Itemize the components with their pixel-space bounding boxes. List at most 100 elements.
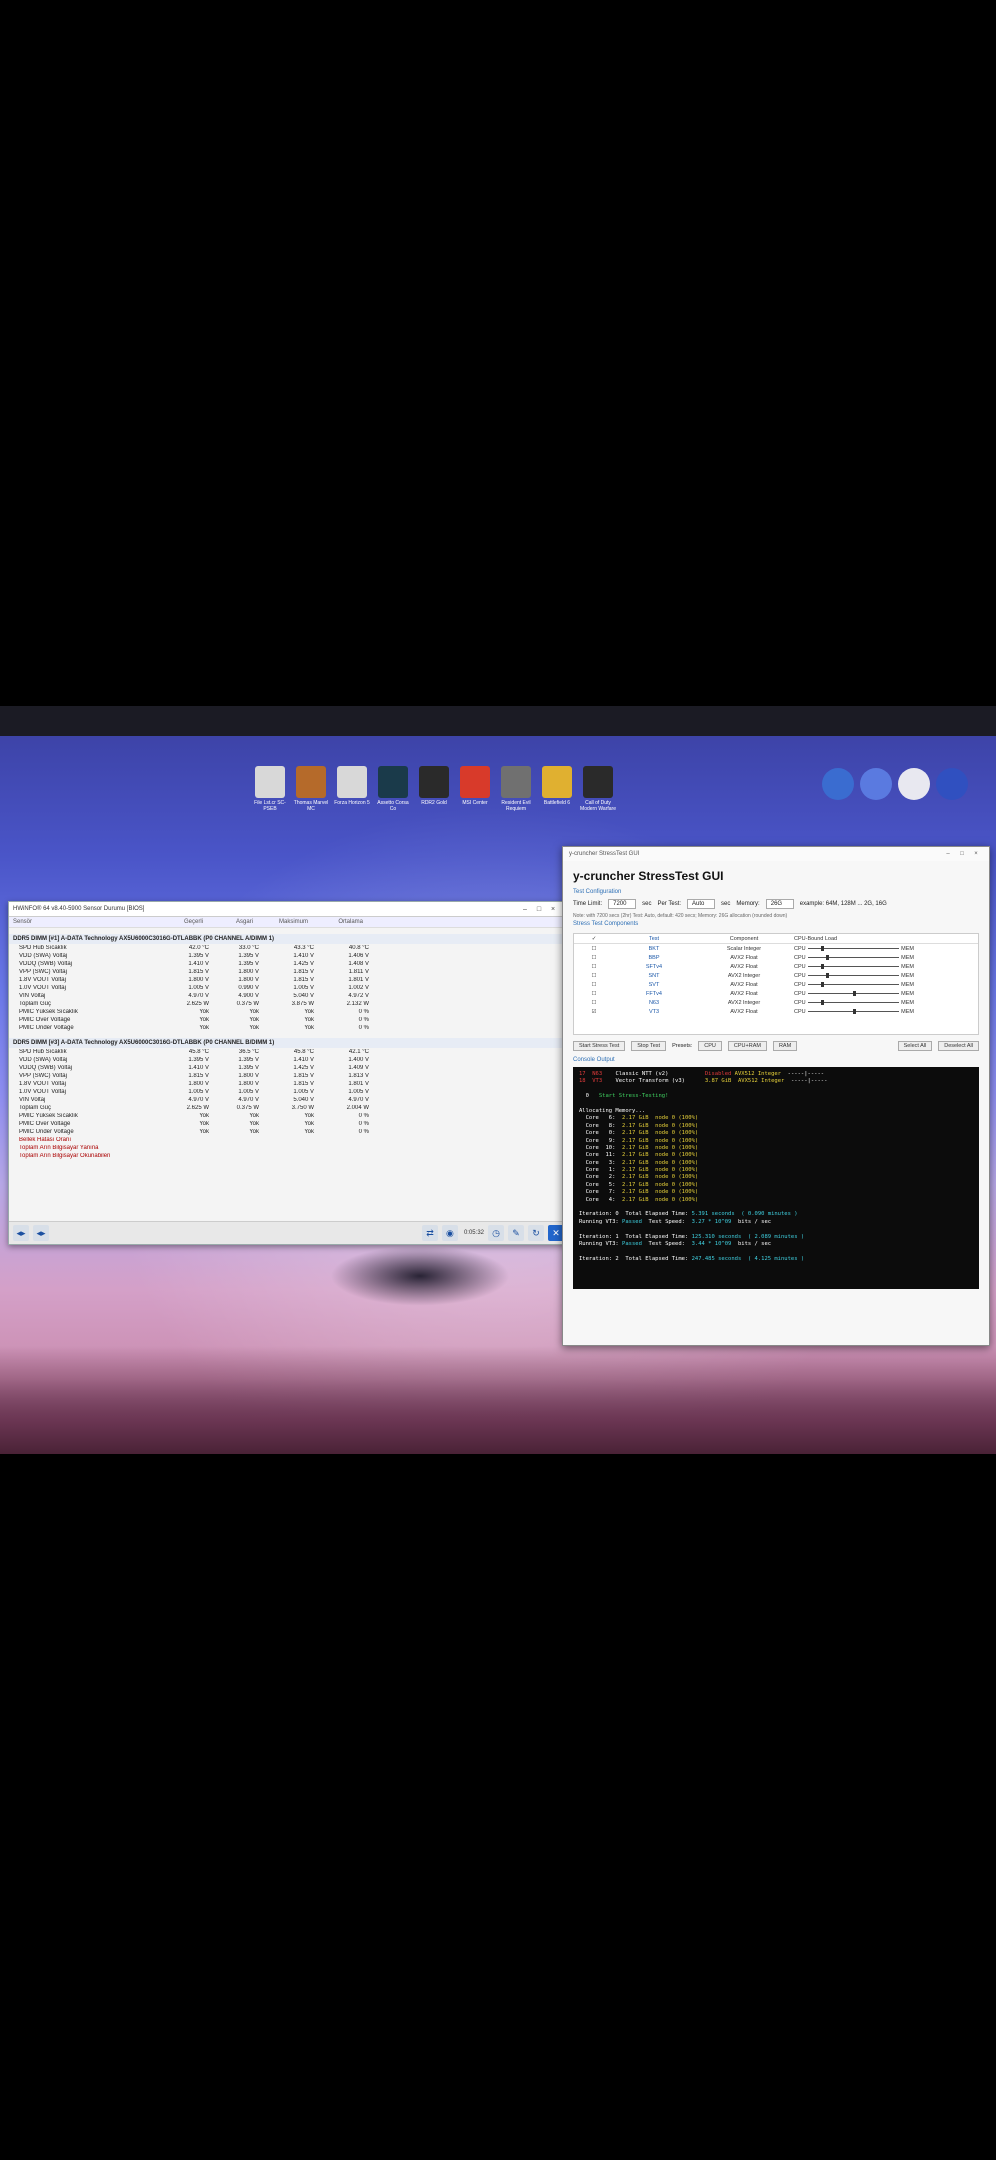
sensor-row[interactable]: VIN Voltaj 4.970 V 4.970 V 5.040 V 4.970 V [9,1096,564,1104]
load-slider[interactable]: CPU MEM [794,1009,914,1015]
minimize-button[interactable]: – [941,851,955,857]
slider-track[interactable] [807,973,900,978]
desktop-shortcut[interactable]: RDR2 Gold [416,766,452,812]
slider-track[interactable] [807,991,900,996]
desktop-shortcut[interactable]: Thomas Marvel MC [293,766,329,812]
network-icon[interactable]: ⇄ [421,1225,438,1241]
slider-track[interactable] [807,955,900,960]
components-grid[interactable]: ✓ Test Component CPU-Bound Load ☐ BKT Scal… [573,933,979,1035]
sensor-row[interactable]: VPP (SWC) Voltaj 1.815 V 1.800 V 1.815 V 1.8… [9,968,564,976]
settings-icon[interactable]: ✎ [508,1225,524,1241]
slider-knob[interactable] [821,964,825,969]
hwinfo-window[interactable]: HWiNFO® 64 v8.40-5900 Sensor Durumu [BIO… [8,901,565,1245]
reset-icon[interactable]: ↻ [528,1225,544,1241]
preset-cpu-button[interactable]: CPU [698,1041,722,1051]
sensor-row[interactable]: VIN Voltaj 4.970 V 4.900 V 5.040 V 4.972 V [9,992,564,1000]
playnite-icon[interactable] [822,768,854,800]
sensor-row-warning[interactable]: Toplam Arın Bilgisayar Yanına [9,1144,564,1152]
maximize-button[interactable]: □ [955,851,969,857]
col-sensor[interactable]: Sensör [13,919,153,925]
sensor-row[interactable]: 1.8V VOUT Voltaj 1.800 V 1.800 V 1.815 V 1.8… [9,976,564,984]
test-row[interactable]: ☐ FFTv4 AVX2 Float CPU MEM [574,989,978,998]
sensor-list[interactable]: DDR5 DIMM [#1] A-DATA Technology AX5U600… [9,934,564,1160]
sensor-row[interactable]: VPP (SWC) Voltaj 1.815 V 1.800 V 1.815 V 1.8… [9,1072,564,1080]
sensor-row[interactable]: PMIC Over Voltage Yok Yok Yok 0 % [9,1120,564,1128]
sensor-group-title[interactable]: DDR5 DIMM [#3] A-DATA Technology AX5U600… [9,1038,564,1048]
ubisoft-icon[interactable] [898,768,930,800]
load-slider[interactable]: CPU MEM [794,982,914,988]
memory-input[interactable]: 26G [765,899,794,909]
slider-track[interactable] [807,946,900,951]
time-limit-input[interactable]: 7200 [608,899,637,909]
desktop-shortcut[interactable]: Resident Evil Requiem [498,766,534,812]
preset-ram-button[interactable]: RAM [772,1041,798,1051]
sensor-row[interactable]: VDDQ (SWB) Voltaj 1.410 V 1.395 V 1.425 V 1.… [9,1064,564,1072]
test-row[interactable]: ☐ SNT AVX2 Integer CPU MEM [574,971,978,980]
yc-titlebar[interactable]: y-cruncher StressTest GUI – □ × [563,847,989,861]
sensor-row[interactable]: PMIC Over Voltage Yok Yok Yok 0 % [9,1016,564,1024]
col-current[interactable]: Geçerli [153,919,203,925]
test-checkbox[interactable]: ☐ [574,955,614,961]
test-row[interactable]: ☐ BKT Scalar Integer CPU MEM [574,944,978,953]
ea-icon[interactable] [936,768,968,800]
sensor-row[interactable]: Toplam Güç 2.625 W 0.375 W 3.875 W 2.132 W [9,1000,564,1008]
col-max[interactable]: Maksimum [253,919,308,925]
desktop-shortcut[interactable]: Battlefield 6 [539,766,575,812]
slider-track[interactable] [807,982,900,987]
sensor-row[interactable]: PMIC Under Voltage Yok Yok Yok 0 % [9,1024,564,1032]
minimize-button[interactable]: – [518,906,532,913]
close-button[interactable]: × [546,906,560,913]
test-checkbox[interactable]: ☐ [574,973,614,979]
sensor-row-warning[interactable]: Toplam Arın Bilgisayar Okunabilen [9,1152,564,1160]
sensor-row[interactable]: SPD Hub Sıcaklık 42.0 °C 33.0 °C 43.3 °C 40.… [9,944,564,952]
slider-knob[interactable] [821,1000,825,1005]
test-row[interactable]: ☐ SFTv4 AVX2 Float CPU MEM [574,962,978,971]
load-slider[interactable]: CPU MEM [794,1000,914,1006]
start-button[interactable]: Start Stress Test [573,1041,626,1051]
sensor-row[interactable]: 1.8V VOUT Voltaj 1.800 V 1.800 V 1.815 V 1.8… [9,1080,564,1088]
test-row[interactable]: ☑ VT3 AVX2 Float CPU MEM [574,1007,978,1016]
per-test-input[interactable]: Auto [687,899,716,909]
test-row[interactable]: ☐ BBP AVX2 Float CPU MEM [574,953,978,962]
maximize-button[interactable]: □ [532,906,546,913]
test-row[interactable]: ☐ SVT AVX2 Float CPU MEM [574,980,978,989]
test-checkbox[interactable]: ☐ [574,946,614,952]
stop-button[interactable]: Stop Test [631,1041,667,1051]
sensor-row[interactable]: PMIC Yüksek Sıcaklık Yok Yok Yok 0 % [9,1112,564,1120]
ps-remote-icon[interactable] [860,768,892,800]
console-output[interactable]: 17 N63 Classic NTT (v2) Disabled AVX512 … [573,1067,979,1289]
close-button[interactable]: × [969,851,983,857]
desktop-shortcut[interactable]: Assetto Corsa Co [375,766,411,812]
slider-knob[interactable] [853,1009,857,1014]
load-slider[interactable]: CPU MEM [794,955,914,961]
slider-track[interactable] [807,964,900,969]
nav-left-icon[interactable]: ◂▸ [13,1225,29,1241]
slider-track[interactable] [807,1000,900,1005]
sensor-row[interactable]: 1.0V VOUT Voltaj 1.005 V 1.005 V 1.005 V 1.0… [9,1088,564,1096]
col-average[interactable]: Ortalama [308,919,363,925]
slider-knob[interactable] [825,955,829,960]
sensor-row[interactable]: VDD (SWA) Voltaj 1.395 V 1.395 V 1.410 V 1.4… [9,952,564,960]
sensor-row[interactable]: PMIC Under Voltage Yok Yok Yok 0 % [9,1128,564,1136]
test-checkbox[interactable]: ☐ [574,982,614,988]
load-slider[interactable]: CPU MEM [794,964,914,970]
slider-knob[interactable] [821,982,825,987]
hwinfo-titlebar[interactable]: HWiNFO® 64 v8.40-5900 Sensor Durumu [BIO… [9,902,564,917]
sensor-row[interactable]: SPD Hub Sıcaklık 45.8 °C 36.5 °C 45.8 °C 42.… [9,1048,564,1056]
slider-knob[interactable] [821,946,825,951]
sensor-column-header[interactable]: Sensör Geçerli Asgari Maksimum Ortalama [9,917,564,928]
sensor-row[interactable]: PMIC Yüksek Sıcaklık Yok Yok Yok 0 % [9,1008,564,1016]
slider-knob[interactable] [853,991,857,996]
sensor-row[interactable]: Toplam Güç 2.625 W 0.375 W 3.750 W 2.004 W [9,1104,564,1112]
clock-icon[interactable]: ◷ [488,1225,504,1241]
desktop-shortcut[interactable]: Call of Duty Modern Warfare [580,766,616,812]
load-slider[interactable]: CPU MEM [794,991,914,997]
col-min[interactable]: Asgari [203,919,253,925]
preset-cpumem-button[interactable]: CPU+RAM [727,1041,767,1051]
sensor-row[interactable]: VDD (SWA) Voltaj 1.395 V 1.395 V 1.410 V 1.4… [9,1056,564,1064]
ycruncher-window[interactable]: y-cruncher StressTest GUI – □ × y-crunch… [562,846,990,1346]
load-slider[interactable]: CPU MEM [794,973,914,979]
sensor-group-title[interactable]: DDR5 DIMM [#1] A-DATA Technology AX5U600… [9,934,564,944]
sensor-row[interactable]: VDDQ (SWB) Voltaj 1.410 V 1.395 V 1.425 V 1.… [9,960,564,968]
load-slider[interactable]: CPU MEM [794,946,914,952]
